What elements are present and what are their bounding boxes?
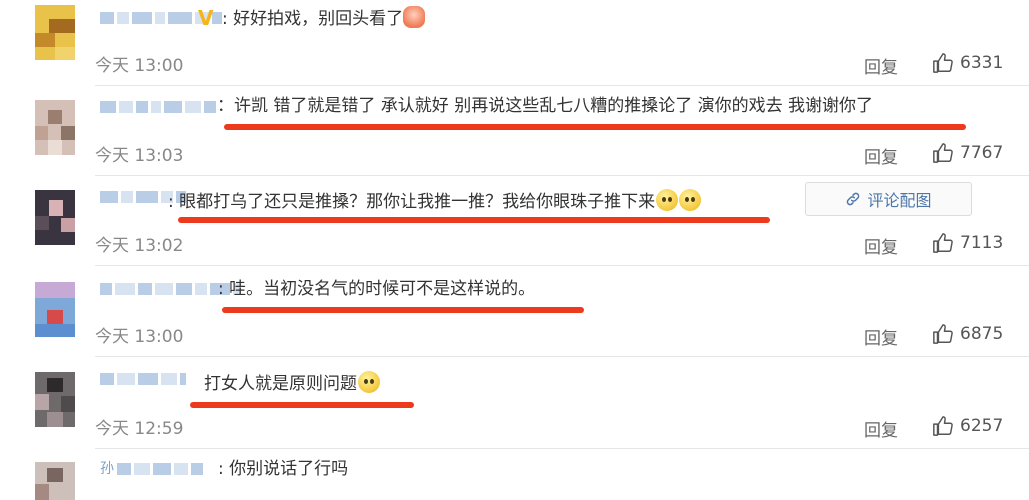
thumbs-up-icon bbox=[933, 143, 953, 163]
reply-button[interactable]: 回复 bbox=[864, 416, 898, 441]
comment-time: 今天 13:02 bbox=[95, 236, 184, 256]
divider bbox=[95, 448, 1029, 449]
divider bbox=[95, 265, 1029, 266]
username[interactable]: 孙 bbox=[100, 461, 203, 477]
username[interactable] bbox=[100, 101, 216, 113]
avatar[interactable] bbox=[35, 100, 75, 155]
like-count: 6331 bbox=[960, 53, 1004, 73]
red-underline bbox=[190, 402, 414, 408]
comment-time: 今天 13:00 bbox=[95, 327, 184, 347]
avatar[interactable] bbox=[35, 190, 75, 245]
emoji-icon bbox=[679, 189, 702, 211]
vip-badge-icon: V bbox=[198, 6, 214, 30]
like-count: 7767 bbox=[960, 143, 1004, 163]
emoji-icon bbox=[358, 371, 380, 393]
comment-text: 打女人就是原则问题 bbox=[204, 371, 380, 394]
reply-button[interactable]: 回复 bbox=[864, 324, 898, 349]
comment-text: : 眼都打乌了还只是推搡？那你让我推一推？我给你眼珠子推下来 bbox=[168, 189, 702, 212]
thumbs-up-icon bbox=[933, 53, 953, 73]
comment-text: ：许凯 错了就是错了 承认就好 别再说这些乱七八糟的推搡论了 演你的戏去 我谢谢… bbox=[217, 96, 874, 116]
like-button[interactable]: 6257 bbox=[932, 415, 1003, 437]
like-count: 6875 bbox=[960, 324, 1004, 344]
like-count: 6257 bbox=[960, 416, 1004, 436]
divider bbox=[95, 356, 1029, 357]
avatar[interactable] bbox=[35, 462, 75, 500]
comment-text: : 好好拍戏，别回头看了 bbox=[222, 6, 426, 29]
avatar[interactable] bbox=[35, 282, 75, 337]
red-underline bbox=[178, 217, 770, 223]
red-underline bbox=[222, 307, 584, 313]
avatar[interactable] bbox=[35, 372, 75, 427]
divider bbox=[95, 175, 1029, 176]
like-count: 7113 bbox=[960, 233, 1004, 253]
reply-button[interactable]: 回复 bbox=[864, 53, 898, 78]
thumbs-up-icon bbox=[933, 233, 953, 253]
comment-time: 今天 12:59 bbox=[95, 419, 184, 439]
like-button[interactable]: 6331 bbox=[932, 52, 1003, 74]
like-button[interactable]: 7113 bbox=[932, 232, 1003, 254]
like-button[interactable]: 6875 bbox=[932, 323, 1003, 345]
username[interactable] bbox=[100, 373, 186, 385]
emoji-icon bbox=[656, 189, 679, 211]
like-button[interactable]: 7767 bbox=[932, 142, 1003, 164]
avatar[interactable] bbox=[35, 5, 75, 60]
comment-time: 今天 13:03 bbox=[95, 146, 184, 166]
red-underline bbox=[224, 124, 966, 130]
thumbs-up-icon bbox=[933, 324, 953, 344]
comment-text: : 哇。当初没名气的时候可不是这样说的。 bbox=[218, 279, 536, 299]
comment-text: : 你别说话了行吗 bbox=[218, 459, 349, 479]
reply-button[interactable]: 回复 bbox=[864, 143, 898, 168]
comment-image-label: 评论配图 bbox=[867, 191, 932, 210]
comment-image-button[interactable]: 评论配图 bbox=[805, 182, 972, 216]
username-first-char: 孙 bbox=[100, 461, 114, 477]
hand-emoji-icon bbox=[403, 6, 426, 28]
link-icon bbox=[847, 192, 860, 206]
divider bbox=[95, 85, 1029, 86]
thumbs-up-icon bbox=[933, 416, 953, 436]
reply-button[interactable]: 回复 bbox=[864, 233, 898, 258]
comment-time: 今天 13:00 bbox=[95, 56, 184, 76]
